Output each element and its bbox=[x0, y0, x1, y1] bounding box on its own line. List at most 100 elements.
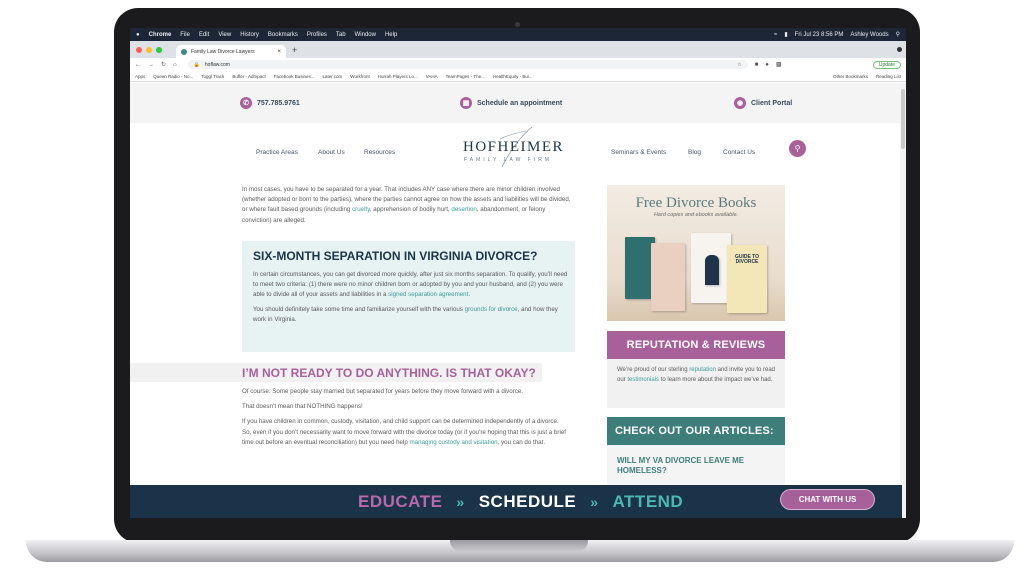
nav-practice-areas[interactable]: Practice Areas bbox=[256, 149, 298, 156]
update-button[interactable]: Update bbox=[872, 60, 901, 69]
menubar-status: ≈ ▮ Fri Jul 23 8:56 PM Ashley Woods ⚲ bbox=[767, 31, 900, 39]
bookmark-item[interactable]: VAHA bbox=[426, 74, 438, 79]
separation-agreement-link[interactable]: signed separation agreement bbox=[388, 291, 468, 298]
not-ready-heading: I’M NOT READY TO DO ANYTHING. IS THAT OK… bbox=[242, 366, 536, 380]
bookmark-item[interactable]: Apps bbox=[135, 74, 145, 79]
desertion-link[interactable]: desertion bbox=[451, 206, 476, 213]
custody-visitation-link[interactable]: managing custody and visitation bbox=[410, 439, 498, 446]
menubar-clock[interactable]: Fri Jul 23 8:56 PM bbox=[795, 32, 844, 38]
laptop-notch bbox=[450, 540, 588, 551]
phone-link[interactable]: ✆ 757.785.9761 bbox=[240, 97, 300, 109]
browser-toolbar: ← → ↻ ⌂ 🔒 hoflaw.com ☆ ■ ● ▩ Update bbox=[130, 58, 906, 71]
logo-tagline: FAMILY LAW FIRM bbox=[464, 157, 552, 163]
reload-icon[interactable]: ↻ bbox=[161, 61, 166, 68]
portal-icon: ◉ bbox=[734, 97, 746, 109]
apple-icon[interactable]: ● bbox=[136, 32, 140, 38]
address-bar[interactable]: 🔒 hoflaw.com ☆ bbox=[187, 60, 748, 69]
menu-file[interactable]: File bbox=[180, 32, 190, 38]
lock-icon[interactable]: 🔒 bbox=[194, 62, 200, 68]
schedule-link[interactable]: ▦ Schedule an appointment bbox=[460, 97, 562, 109]
menu-help[interactable]: Help bbox=[385, 32, 397, 38]
site-header: Practice Areas About Us Resources HOFHEI… bbox=[130, 123, 906, 183]
chat-with-us-button[interactable]: CHAT WITH US bbox=[781, 490, 874, 509]
books-title: Free Divorce Books bbox=[635, 195, 757, 211]
banner-attend[interactable]: ATTEND bbox=[613, 492, 684, 512]
menu-bookmarks[interactable]: Bookmarks bbox=[268, 32, 298, 38]
bookmark-item[interactable]: Later.com bbox=[323, 74, 343, 79]
bookmark-item[interactable]: TeamPages - The... bbox=[446, 74, 485, 79]
nav-about-us[interactable]: About Us bbox=[318, 149, 345, 156]
intro-paragraph: In most cases, you have to be separated … bbox=[242, 186, 571, 224]
close-tab-icon[interactable]: × bbox=[277, 49, 281, 55]
bookmark-item[interactable]: Facebook Busines... bbox=[274, 74, 315, 79]
phone-number: 757.785.9761 bbox=[257, 99, 300, 107]
forward-icon[interactable]: → bbox=[148, 62, 154, 68]
zoom-window-icon[interactable] bbox=[156, 46, 162, 53]
not-ready-section: Of course. Some people stay married but … bbox=[242, 387, 567, 453]
calendar-icon: ▦ bbox=[460, 97, 472, 109]
battery-icon[interactable]: ▮ bbox=[784, 31, 787, 38]
bookmark-item[interactable]: Hurrah Players Lo... bbox=[378, 74, 418, 79]
cruelty-link[interactable]: cruelty bbox=[352, 206, 370, 213]
banner-schedule[interactable]: SCHEDULE bbox=[479, 492, 577, 512]
testimonials-link[interactable]: testimonials bbox=[627, 377, 659, 383]
back-icon[interactable]: ← bbox=[135, 62, 141, 68]
browser-tabbar: Family Law Divorce Lawyers × + bbox=[130, 41, 906, 58]
reputation-body: We’re proud of our sterling reputation a… bbox=[607, 359, 785, 408]
article-link[interactable]: WILL MY VA DIVORCE LEAVE ME HOMELESS? bbox=[617, 456, 744, 475]
page-scrollbar[interactable] bbox=[900, 83, 906, 518]
camera-icon bbox=[515, 22, 520, 27]
nav-seminars-events[interactable]: Seminars & Events bbox=[611, 149, 666, 156]
home-icon[interactable]: ⌂ bbox=[173, 62, 177, 68]
bookmark-item[interactable]: HealthEquity - Bui... bbox=[493, 74, 533, 79]
six-month-paragraph-2: You should definitely take some time and… bbox=[253, 305, 558, 323]
menu-view[interactable]: View bbox=[218, 32, 231, 38]
browser-tab-active[interactable]: Family Law Divorce Lawyers × bbox=[176, 45, 286, 58]
menu-app-chrome[interactable]: Chrome bbox=[149, 32, 172, 38]
free-books-promo[interactable]: Free Divorce Books Hard copies and ebook… bbox=[607, 185, 785, 321]
other-bookmarks[interactable]: Other Bookmarks bbox=[833, 74, 868, 79]
laptop-screen: ● Chrome File Edit View History Bookmark… bbox=[130, 28, 906, 518]
macos-menubar: ● Chrome File Edit View History Bookmark… bbox=[130, 28, 906, 41]
scrollbar-thumb[interactable] bbox=[901, 89, 905, 149]
close-window-icon[interactable] bbox=[136, 46, 142, 53]
banner-educate[interactable]: EDUCATE bbox=[358, 492, 442, 512]
search-icon[interactable]: ⚲ bbox=[789, 140, 806, 157]
banner-separator: » bbox=[456, 493, 465, 510]
bookmark-item[interactable]: Workfront bbox=[350, 74, 369, 79]
menu-profiles[interactable]: Profiles bbox=[307, 32, 327, 38]
wifi-icon[interactable]: ≈ bbox=[774, 32, 777, 38]
nav-resources[interactable]: Resources bbox=[364, 149, 395, 156]
bookmark-item[interactable]: Buffer - Admpact bbox=[232, 74, 265, 79]
bookmark-item[interactable]: Queen Radio - No... bbox=[153, 74, 193, 79]
reputation-link[interactable]: reputation bbox=[689, 367, 716, 373]
spotlight-icon[interactable]: ⚲ bbox=[896, 31, 900, 38]
books-subtitle: Hard copies and ebooks available. bbox=[653, 212, 739, 218]
minimize-window-icon[interactable] bbox=[146, 46, 152, 53]
menu-tab[interactable]: Tab bbox=[336, 32, 346, 38]
logo-wordmark[interactable]: HOFHEIMER bbox=[463, 139, 564, 156]
menubar-user[interactable]: Ashley Woods bbox=[850, 32, 888, 38]
menu-history[interactable]: History bbox=[240, 32, 259, 38]
silhouette-icon bbox=[705, 255, 719, 285]
new-tab-button[interactable]: + bbox=[292, 45, 297, 55]
six-month-paragraph-1: In certain circumstances, you can get di… bbox=[253, 271, 568, 299]
bookmarks-bar: Apps Queen Radio - No... Toggl Track Buf… bbox=[130, 71, 906, 82]
reputation-text: We’re proud of our sterling reputation a… bbox=[617, 367, 775, 383]
puzzle-icon[interactable]: ▩ bbox=[776, 61, 782, 68]
client-portal-link[interactable]: ◉ Client Portal bbox=[734, 97, 792, 109]
articles-heading: CHECK OUT OUR ARTICLES: bbox=[607, 417, 785, 445]
menu-edit[interactable]: Edit bbox=[199, 32, 209, 38]
menu-window[interactable]: Window bbox=[355, 32, 376, 38]
intro-section: In most cases, you have to be separated … bbox=[242, 185, 572, 226]
bookmark-item[interactable]: Toggl Track bbox=[201, 74, 224, 79]
nav-blog[interactable]: Blog bbox=[688, 149, 701, 156]
six-month-heading: SIX-MONTH SEPARATION IN VIRGINIA DIVORCE… bbox=[253, 249, 538, 263]
grounds-for-divorce-link[interactable]: grounds for divorce bbox=[465, 306, 518, 313]
nav-contact-us[interactable]: Contact Us bbox=[723, 149, 755, 156]
extension-icon[interactable]: ■ bbox=[755, 62, 759, 68]
extension-icon[interactable]: ● bbox=[765, 62, 769, 68]
profile-dot-icon[interactable] bbox=[897, 47, 902, 52]
bookmark-star-icon[interactable]: ☆ bbox=[737, 62, 741, 68]
reading-list[interactable]: Reading List bbox=[876, 74, 901, 79]
